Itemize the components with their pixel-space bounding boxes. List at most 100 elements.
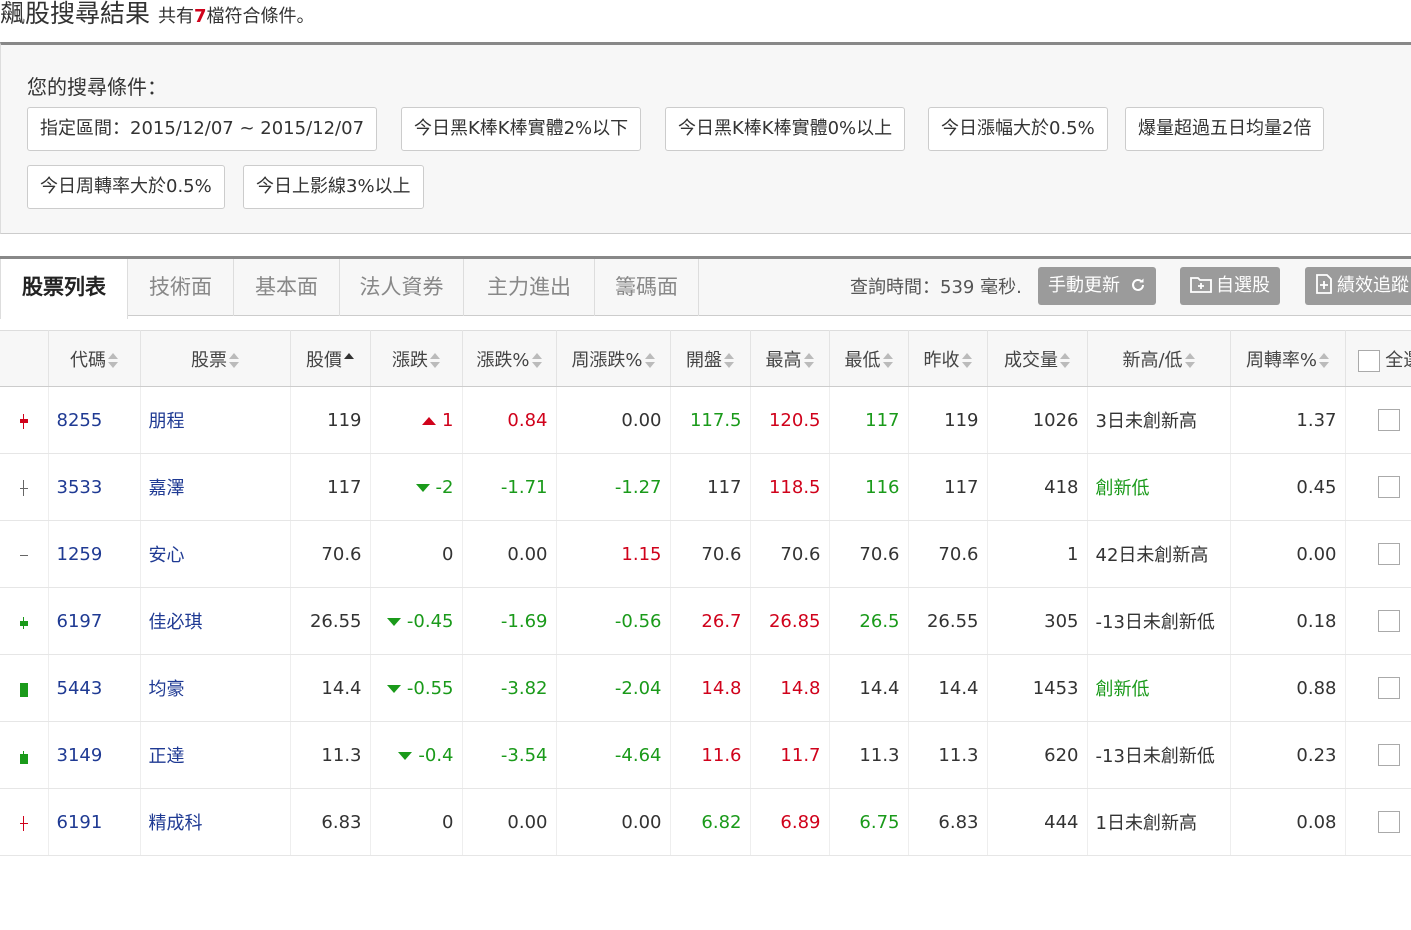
stock-code-link[interactable]: 1259 <box>57 544 103 565</box>
sort-icon <box>724 352 734 370</box>
table-row[interactable]: 8255 朋程 119 1 0.84 0.00 117.5 120.5 117 119 1026 3日… <box>0 386 1411 454</box>
arrow-down-icon <box>386 684 401 693</box>
header-turnover[interactable]: 周轉率% <box>1230 330 1346 387</box>
row-checkbox[interactable] <box>1377 543 1400 565</box>
row-checkbox[interactable] <box>1377 744 1400 766</box>
table-row[interactable]: 3149 正達 11.3 -0.4 -3.54 -4.64 11.6 11.7 11.3 11.3… <box>0 721 1411 789</box>
header-new-high-low[interactable]: 新高/低 <box>1087 330 1231 387</box>
candlestick-icon <box>19 680 29 698</box>
cell-price: 119 <box>290 386 371 454</box>
row-checkbox[interactable] <box>1377 476 1400 498</box>
arrow-up-icon <box>422 416 437 425</box>
cell-change-pct: -3.54 <box>462 721 557 789</box>
stock-code-link[interactable]: 6191 <box>57 812 103 833</box>
stock-name-link[interactable]: 朋程 <box>149 411 185 432</box>
tab-stock-list[interactable]: 股票列表 <box>0 259 128 319</box>
row-checkbox[interactable] <box>1377 610 1400 632</box>
cell-change: 0 <box>370 788 463 856</box>
condition-chip-black-k-2pct[interactable]: 今日黑K棒K棒實體2%以下 <box>401 107 642 151</box>
cell-prev-close: 14.4 <box>908 654 988 722</box>
kbar-cell <box>0 386 49 454</box>
stock-name-link[interactable]: 精成科 <box>149 813 203 834</box>
table-row[interactable]: 6197 佳必琪 26.55 -0.45 -1.69 -0.56 26.7 26.85 26.5… <box>0 587 1411 655</box>
header-volume[interactable]: 成交量 <box>987 330 1088 387</box>
stock-name-link[interactable]: 正達 <box>149 746 185 767</box>
header-stock[interactable]: 股票 <box>140 330 291 387</box>
sort-icon <box>229 352 239 370</box>
cell-prev-close: 6.83 <box>908 788 988 856</box>
header-low[interactable]: 最低 <box>829 330 909 387</box>
condition-chip-rise[interactable]: 今日漲幅大於0.5% <box>928 107 1108 151</box>
condition-chip-upper-shadow[interactable]: 今日上影線3%以上 <box>243 165 424 209</box>
cell-turnover: 0.08 <box>1230 788 1346 856</box>
cell-prev-close: 70.6 <box>908 520 988 588</box>
arrow-down-icon <box>415 483 430 492</box>
cell-prev-close: 11.3 <box>908 721 988 789</box>
tab-chips[interactable]: 籌碼面 <box>595 259 699 316</box>
cell-new-high-low: 創新低 <box>1087 453 1231 521</box>
cell-price: 70.6 <box>290 520 371 588</box>
sort-icon <box>1319 352 1330 370</box>
cell-turnover: 0.88 <box>1230 654 1346 722</box>
cell-price: 117 <box>290 453 371 521</box>
cell-open: 70.6 <box>670 520 751 588</box>
header-change-pct[interactable]: 漲跌% <box>462 330 557 387</box>
tab-technical[interactable]: 技術面 <box>128 259 234 316</box>
condition-chip-turnover[interactable]: 今日周轉率大於0.5% <box>27 165 225 209</box>
table-row[interactable]: 1259 安心 70.6 0 0.00 1.15 70.6 70.6 70.6 70.6 1 42日未… <box>0 520 1411 588</box>
header-change[interactable]: 漲跌 <box>370 330 463 387</box>
tab-institutional[interactable]: 法人資券 <box>340 259 464 316</box>
cell-new-high-low: 42日未創新高 <box>1087 520 1231 588</box>
condition-chip-black-k-0pct[interactable]: 今日黑K棒K棒實體0%以上 <box>665 107 906 151</box>
table-row[interactable]: 6191 精成科 6.83 0 0.00 0.00 6.82 6.89 6.75 6.83 444 1… <box>0 788 1411 856</box>
row-checkbox[interactable] <box>1377 677 1400 699</box>
candlestick-icon <box>19 479 29 497</box>
table-row[interactable]: 3533 嘉澤 117 -2 -1.71 -1.27 117 118.5 116 117 418 創新… <box>0 453 1411 521</box>
condition-chip-date-range[interactable]: 指定區間：2015/12/07 ~ 2015/12/07 <box>27 107 378 151</box>
candlestick-icon <box>19 412 29 430</box>
cell-price: 14.4 <box>290 654 371 722</box>
cell-prev-close: 26.55 <box>908 587 988 655</box>
header-prev-close[interactable]: 昨收 <box>908 330 988 387</box>
stock-name-link[interactable]: 嘉澤 <box>149 478 185 499</box>
performance-track-button[interactable]: 績效追蹤 <box>1305 267 1411 305</box>
header-open[interactable]: 開盤 <box>670 330 751 387</box>
add-watchlist-button[interactable]: 自選股 <box>1180 267 1280 305</box>
header-high[interactable]: 最高 <box>750 330 830 387</box>
sort-icon <box>644 352 655 370</box>
stock-code-link[interactable]: 5443 <box>57 678 103 699</box>
header-price[interactable]: 股價 <box>290 330 371 387</box>
condition-chip-volume[interactable]: 爆量超過五日均量2倍 <box>1125 107 1325 151</box>
cell-change-pct: 0.84 <box>462 386 557 454</box>
cell-change: -0.4 <box>370 721 463 789</box>
stock-name-link[interactable]: 佳必琪 <box>149 612 203 633</box>
cell-volume: 305 <box>987 587 1088 655</box>
stock-name-link[interactable]: 安心 <box>149 545 185 566</box>
arrow-down-icon <box>386 617 401 626</box>
stock-code-link[interactable]: 8255 <box>57 410 103 431</box>
cell-open: 14.8 <box>670 654 751 722</box>
sort-icon <box>1184 352 1195 370</box>
tab-fundamental[interactable]: 基本面 <box>234 259 340 316</box>
cell-change-pct: -1.69 <box>462 587 557 655</box>
cell-week-change-pct: 0.00 <box>556 788 671 856</box>
kbar-cell <box>0 520 49 588</box>
header-select-all[interactable]: 全選 <box>1345 330 1411 387</box>
row-checkbox[interactable] <box>1377 409 1400 431</box>
stock-code-link[interactable]: 6197 <box>57 611 103 632</box>
header-code[interactable]: 代碼 <box>48 330 141 387</box>
stock-code-link[interactable]: 3533 <box>57 477 103 498</box>
stock-code-link[interactable]: 3149 <box>57 745 103 766</box>
select-all-checkbox[interactable] <box>1357 349 1380 372</box>
row-checkbox[interactable] <box>1377 811 1400 833</box>
cell-week-change-pct: 1.15 <box>556 520 671 588</box>
stock-name-link[interactable]: 均豪 <box>149 679 185 700</box>
header-week-change-pct[interactable]: 周漲跌% <box>556 330 671 387</box>
cell-low: 11.3 <box>829 721 909 789</box>
table-row[interactable]: 5443 均豪 14.4 -0.55 -3.82 -2.04 14.8 14.8 14.4 14.… <box>0 654 1411 722</box>
tab-main-force[interactable]: 主力進出 <box>464 259 595 316</box>
cell-high: 6.89 <box>750 788 830 856</box>
manual-refresh-button[interactable]: 手動更新 <box>1038 267 1156 305</box>
cell-select <box>1345 453 1411 521</box>
candlestick-icon <box>19 747 29 765</box>
